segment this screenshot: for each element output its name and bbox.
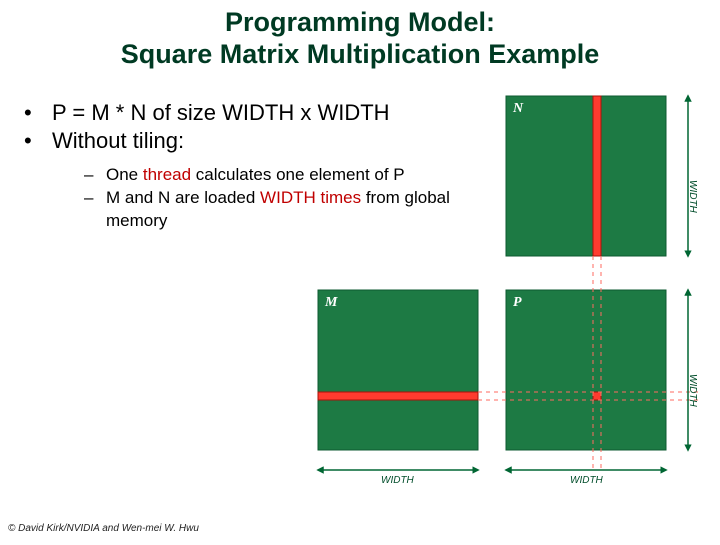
sub-bullet-1-text: One thread calculates one element of P [106, 164, 494, 187]
title-line-2: Square Matrix Multiplication Example [0, 38, 720, 70]
bullet-2: •Without tiling: [24, 128, 494, 154]
M-label: M [324, 295, 338, 310]
P-label: P [513, 295, 522, 310]
width-label-M: WIDTH [381, 475, 415, 486]
dash-icon: – [84, 187, 106, 233]
highlight-thread: thread [143, 165, 191, 184]
bullet-dot-icon: • [24, 128, 52, 154]
slide-title: Programming Model: Square Matrix Multipl… [0, 6, 720, 71]
sub-bullet-1: – One thread calculates one element of P [84, 164, 494, 187]
diagram: N M P WIDTH WIDTH WIDTH WIDTH [0, 0, 720, 540]
sub-bullets: – One thread calculates one element of P… [84, 164, 494, 233]
copyright: © David Kirk/NVIDIA and Wen-mei W. Hwu [8, 523, 199, 534]
highlight-width-times: WIDTH times [260, 188, 361, 207]
title-line-1: Programming Model: [0, 6, 720, 38]
bullet-2-text: Without tiling: [52, 128, 184, 153]
bullet-dot-icon: • [24, 100, 52, 126]
bullet-1: •P = M * N of size WIDTH x WIDTH [24, 100, 494, 126]
width-label-Pb: WIDTH [570, 475, 604, 486]
width-label-N: WIDTH [687, 180, 698, 214]
sub-bullet-2-text: M and N are loaded WIDTH times from glob… [106, 187, 494, 233]
N-label: N [512, 101, 524, 116]
bullet-1-text: P = M * N of size WIDTH x WIDTH [52, 100, 390, 125]
dash-icon: – [84, 164, 106, 187]
width-label-P: WIDTH [687, 374, 698, 408]
sub-bullet-2: – M and N are loaded WIDTH times from gl… [84, 187, 494, 233]
bullet-list: •P = M * N of size WIDTH x WIDTH •Withou… [24, 100, 494, 233]
